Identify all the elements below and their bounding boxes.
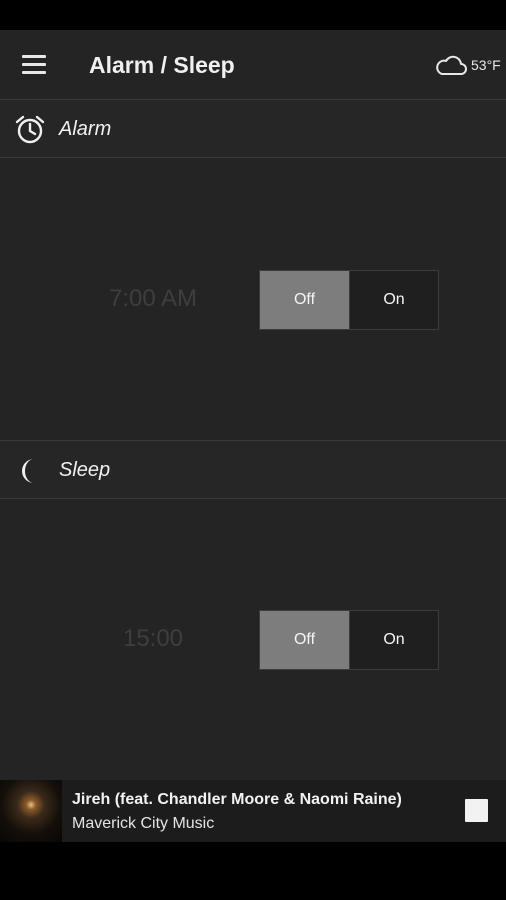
app-bar: Alarm / Sleep 53°F [0,30,506,100]
menu-button[interactable] [16,50,54,80]
weather-temperature: 53°F [471,57,501,73]
page-title: Alarm / Sleep [89,52,235,78]
stop-icon[interactable] [465,799,488,822]
sleep-off-button[interactable]: Off [260,611,349,669]
moon-icon [22,459,34,483]
album-art [0,780,62,842]
navigation-bar [0,842,506,900]
alarm-section-header: Alarm [0,99,506,158]
alarm-toggle: Off On [259,270,439,330]
alarm-off-button[interactable]: Off [260,271,349,329]
alarm-clock-icon [15,115,45,144]
now-playing-bar[interactable]: Jireh (feat. Chandler Moore & Naomi Rain… [0,780,506,842]
sleep-section-header: Sleep [0,440,506,499]
sleep-panel: 15:00 Off On [0,500,506,780]
alarm-on-button[interactable]: On [349,271,438,329]
sleep-section-title: Sleep [59,459,111,481]
alarm-panel: 7:00 AM Off On [0,160,506,440]
cloud-icon [436,55,467,75]
sleep-on-button[interactable]: On [349,611,438,669]
sleep-time[interactable]: 15:00 [60,624,246,654]
sleep-toggle: Off On [259,610,439,670]
track-artist: Maverick City Music [72,815,215,832]
alarm-time[interactable]: 7:00 AM [60,284,246,314]
track-title: Jireh (feat. Chandler Moore & Naomi Rain… [72,791,402,808]
app-screen: Alarm / Sleep 53°F Alarm 7:00 AM Off On … [0,30,506,780]
weather-widget[interactable]: 53°F [434,50,504,80]
status-bar [0,0,506,30]
alarm-section-title: Alarm [59,118,112,140]
